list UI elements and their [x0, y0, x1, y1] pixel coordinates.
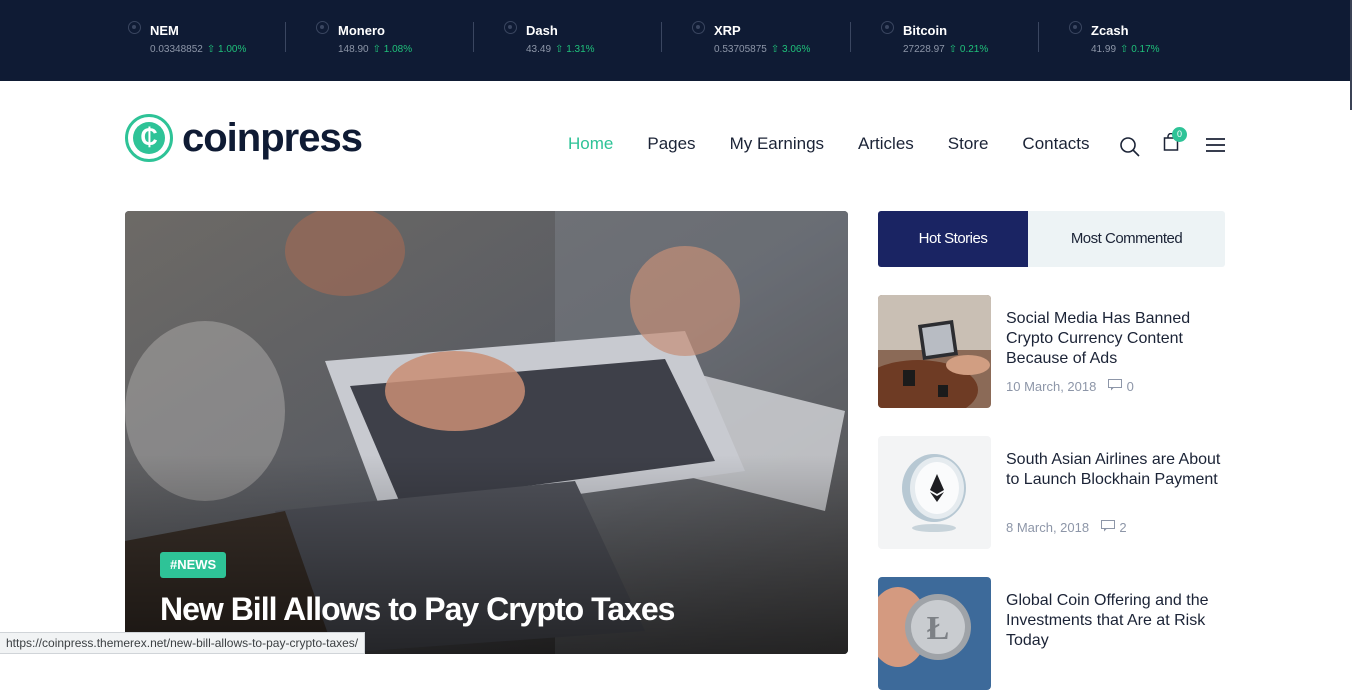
- nav-contacts[interactable]: Contacts: [1022, 134, 1089, 154]
- comment-icon: [1100, 520, 1120, 535]
- story-date: 10 March, 2018: [1006, 379, 1097, 394]
- coin-logo-icon: ₵: [125, 114, 173, 162]
- nav-my-earnings[interactable]: My Earnings: [730, 134, 824, 154]
- featured-post[interactable]: #NEWS New Bill Allows to Pay Crypto Taxe…: [125, 211, 848, 654]
- ticker-name: Bitcoin: [903, 23, 948, 38]
- ticker-change: ⇧ 0.21%: [948, 44, 989, 55]
- tab-hot-stories[interactable]: Hot Stories: [878, 211, 1028, 267]
- ticker-name: Monero: [338, 23, 385, 38]
- story-title[interactable]: South Asian Airlines are About to Launch…: [1006, 450, 1225, 490]
- ticker-divider: [1038, 22, 1039, 52]
- story-title[interactable]: Social Media Has Banned Crypto Currency …: [1006, 309, 1225, 369]
- ticker-price: 41.99: [1091, 44, 1117, 55]
- nav-store[interactable]: Store: [948, 134, 989, 154]
- comment-icon: [1107, 379, 1127, 394]
- nav-home[interactable]: Home: [568, 134, 613, 154]
- ticker-divider: [473, 22, 474, 52]
- cart-button[interactable]: 0: [1163, 127, 1187, 155]
- story-item[interactable]: Ł Global Coin Offering and the Investmen…: [878, 577, 1225, 690]
- site-header: ₵ coinpress Home Pages My Earnings Artic…: [0, 81, 1352, 211]
- comment-count: 2: [1119, 520, 1127, 535]
- coin-icon: [692, 21, 705, 34]
- ticker-divider: [661, 22, 662, 52]
- coin-icon: [316, 21, 329, 34]
- ticker-price: 148.90: [338, 44, 369, 55]
- story-item[interactable]: Social Media Has Banned Crypto Currency …: [878, 295, 1225, 408]
- main-nav: Home Pages My Earnings Articles Store Co…: [568, 134, 1124, 154]
- ticker-change: ⇧ 3.06%: [770, 44, 811, 55]
- story-item[interactable]: South Asian Airlines are About to Launch…: [878, 436, 1225, 549]
- coin-icon: [881, 21, 894, 34]
- coin-icon: [504, 21, 517, 34]
- ticker-price: 43.49: [526, 44, 552, 55]
- nav-pages[interactable]: Pages: [647, 134, 695, 154]
- search-icon[interactable]: [1119, 136, 1141, 158]
- ticker-name: Zcash: [1091, 23, 1129, 38]
- featured-post-title[interactable]: New Bill Allows to Pay Crypto Taxes: [160, 591, 675, 628]
- cart-count-badge: 0: [1172, 127, 1187, 142]
- svg-text:Ł: Ł: [927, 610, 950, 647]
- comment-count: 0: [1126, 379, 1134, 394]
- story-thumbnail[interactable]: [878, 436, 991, 549]
- sidebar-tabs: Hot Stories Most Commented: [878, 211, 1225, 267]
- coin-icon: [1069, 21, 1082, 34]
- tab-most-commented[interactable]: Most Commented: [1028, 211, 1225, 267]
- story-thumbnail[interactable]: [878, 295, 991, 408]
- story-thumbnail[interactable]: Ł: [878, 577, 991, 690]
- ticker-name: XRP: [714, 23, 741, 38]
- ticker-change: ⇧ 1.08%: [372, 44, 413, 55]
- menu-icon[interactable]: [1206, 137, 1226, 153]
- post-category-tag[interactable]: #NEWS: [160, 552, 227, 578]
- ticker-price: 0.53705875: [714, 44, 767, 55]
- ticker-price: 0.03348852: [150, 44, 203, 55]
- story-title[interactable]: Global Coin Offering and the Investments…: [1006, 591, 1225, 651]
- story-date: 8 March, 2018: [1006, 520, 1090, 535]
- featured-post-image: [125, 211, 848, 654]
- status-bar-url: https://coinpress.themerex.net/new-bill-…: [0, 632, 366, 654]
- crypto-ticker-bar: NEM 0.03348852 ⇧ 1.00% Monero 148.90 ⇧ 1.0…: [0, 0, 1352, 81]
- story-meta: 8 March, 2018 2: [1006, 520, 1127, 535]
- ticker-change: ⇧ 0.17%: [1120, 44, 1160, 55]
- logo-text: coinpress: [182, 115, 363, 160]
- ticker-divider: [285, 22, 286, 52]
- ticker-change: ⇧ 1.31%: [555, 44, 595, 55]
- ticker-change: ⇧ 1.00%: [206, 44, 247, 55]
- ticker-name: Dash: [526, 23, 558, 38]
- story-meta: 10 March, 2018 0: [1006, 379, 1134, 394]
- ticker-name: NEM: [150, 23, 179, 38]
- nav-articles[interactable]: Articles: [858, 134, 914, 154]
- site-logo[interactable]: ₵ coinpress: [125, 114, 363, 162]
- coin-icon: [128, 21, 141, 34]
- ticker-price: 27228.97: [903, 44, 945, 55]
- ticker-divider: [850, 22, 851, 52]
